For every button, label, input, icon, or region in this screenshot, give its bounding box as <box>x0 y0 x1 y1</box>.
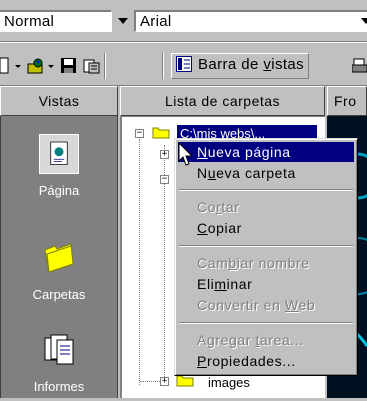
menu-item-new-page[interactable]: Nueva página <box>178 142 354 162</box>
view-item-folders[interactable]: Carpetas <box>1 238 117 302</box>
views-pane-header: Vistas <box>0 86 118 116</box>
view-item-reports[interactable]: Informes <box>1 330 117 394</box>
toolbar-separator <box>104 53 106 79</box>
mouse-cursor-icon <box>178 142 194 166</box>
font-combo[interactable]: Arial <box>134 10 367 32</box>
view-item-page[interactable]: Página <box>1 134 117 198</box>
views-bar-label: Barra de vistas <box>198 56 305 73</box>
images-folder-label[interactable]: images <box>208 375 250 390</box>
formatting-toolbar: Normal Arial <box>0 0 367 42</box>
collapse-root-icon[interactable]: − <box>135 129 144 138</box>
views-bar: Página Carpetas Informes <box>0 116 118 398</box>
open-dropdown-arrow-icon[interactable] <box>47 57 55 75</box>
views-bar-button[interactable]: Barra de vistas <box>171 53 310 79</box>
collapse-folder-icon[interactable]: − <box>160 175 169 184</box>
menu-item-cut[interactable]: Cortar <box>178 197 354 217</box>
expand-folder-icon[interactable]: + <box>160 150 169 159</box>
folder-view-icon <box>44 243 74 273</box>
tree-line <box>139 139 140 385</box>
views-pane: Vistas Página Carpetas Informes <box>0 86 118 398</box>
folder-list-header: Lista de carpetas <box>120 86 325 116</box>
views-bar-icon <box>176 56 192 72</box>
style-combo[interactable]: Normal <box>0 10 112 32</box>
view-item-label: Carpetas <box>32 287 86 302</box>
context-menu: Nueva página Nueva carpeta Cortar Copiar… <box>174 138 358 376</box>
menu-item-delete[interactable]: Eliminar <box>178 274 354 294</box>
new-page-icon[interactable] <box>0 57 10 75</box>
expand-images-icon[interactable]: + <box>160 377 169 386</box>
toolbar-separator <box>162 53 164 79</box>
menu-separator <box>179 189 353 191</box>
menu-item-new-folder[interactable]: Nueva carpeta <box>178 163 354 183</box>
view-item-label: Informes <box>33 379 85 394</box>
menu-separator <box>179 245 353 247</box>
menu-item-copy[interactable]: Copiar <box>178 218 354 238</box>
menu-item-rename[interactable]: Cambiar nombre <box>178 253 354 273</box>
publish-web-icon[interactable] <box>82 57 100 75</box>
new-dropdown-arrow-icon[interactable] <box>14 57 22 75</box>
tree-line <box>140 381 160 382</box>
print-icon[interactable] <box>352 57 367 75</box>
style-dropdown-arrow-icon[interactable] <box>118 18 128 24</box>
reports-view-icon <box>44 334 74 365</box>
menu-item-add-task[interactable]: Agregar tarea... <box>178 330 354 350</box>
menu-item-properties[interactable]: Propiedades... <box>178 351 354 371</box>
open-web-icon[interactable] <box>27 57 45 75</box>
menu-separator <box>179 322 353 324</box>
page-pane-header: Fro <box>327 86 367 116</box>
view-item-label: Página <box>38 183 80 198</box>
root-folder-icon <box>152 127 170 139</box>
standard-toolbar: Barra de vistas <box>0 42 367 86</box>
font-dropdown-arrow-icon[interactable] <box>361 18 367 24</box>
save-icon[interactable] <box>60 57 78 75</box>
menu-item-convert-to-web[interactable]: Convertir en Web <box>178 295 354 315</box>
page-view-icon <box>39 134 79 174</box>
